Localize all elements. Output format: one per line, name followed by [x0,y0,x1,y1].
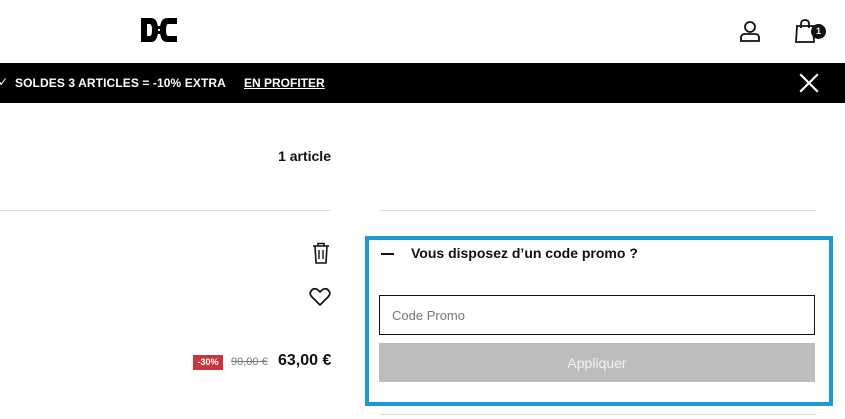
promo-code-input[interactable] [379,295,815,335]
discount-badge: -30% [193,355,223,370]
sale-banner-text: SOLDES 3 ARTICLES = -10% EXTRA [15,76,226,90]
summary-divider [380,210,816,211]
checkmark-icon: ✓ [0,75,9,89]
item-price: 63,00 € [278,352,332,369]
banner-cta-link[interactable]: EN PROFITER [244,76,325,90]
user-icon[interactable] [738,19,762,43]
heart-icon[interactable] [309,287,331,307]
close-icon[interactable] [798,72,820,94]
trash-icon[interactable] [311,242,331,264]
apply-promo-button[interactable]: Appliquer [379,343,815,382]
cart-count-badge: 1 [811,24,826,39]
minus-icon[interactable] [381,253,394,255]
summary-bottom-divider [380,414,816,415]
sale-banner: ✓ SOLDES 3 ARTICLES = -10% EXTRA EN PROF… [0,63,845,103]
cart-divider [0,210,331,211]
dc-shoes-logo-icon[interactable] [140,15,178,45]
site-header: 1 [0,0,845,63]
original-price: 90,00 € [231,356,268,368]
cart-article-count: 1 article [278,148,331,164]
promo-code-toggle[interactable]: Vous disposez d’un code promo ? [411,245,638,261]
